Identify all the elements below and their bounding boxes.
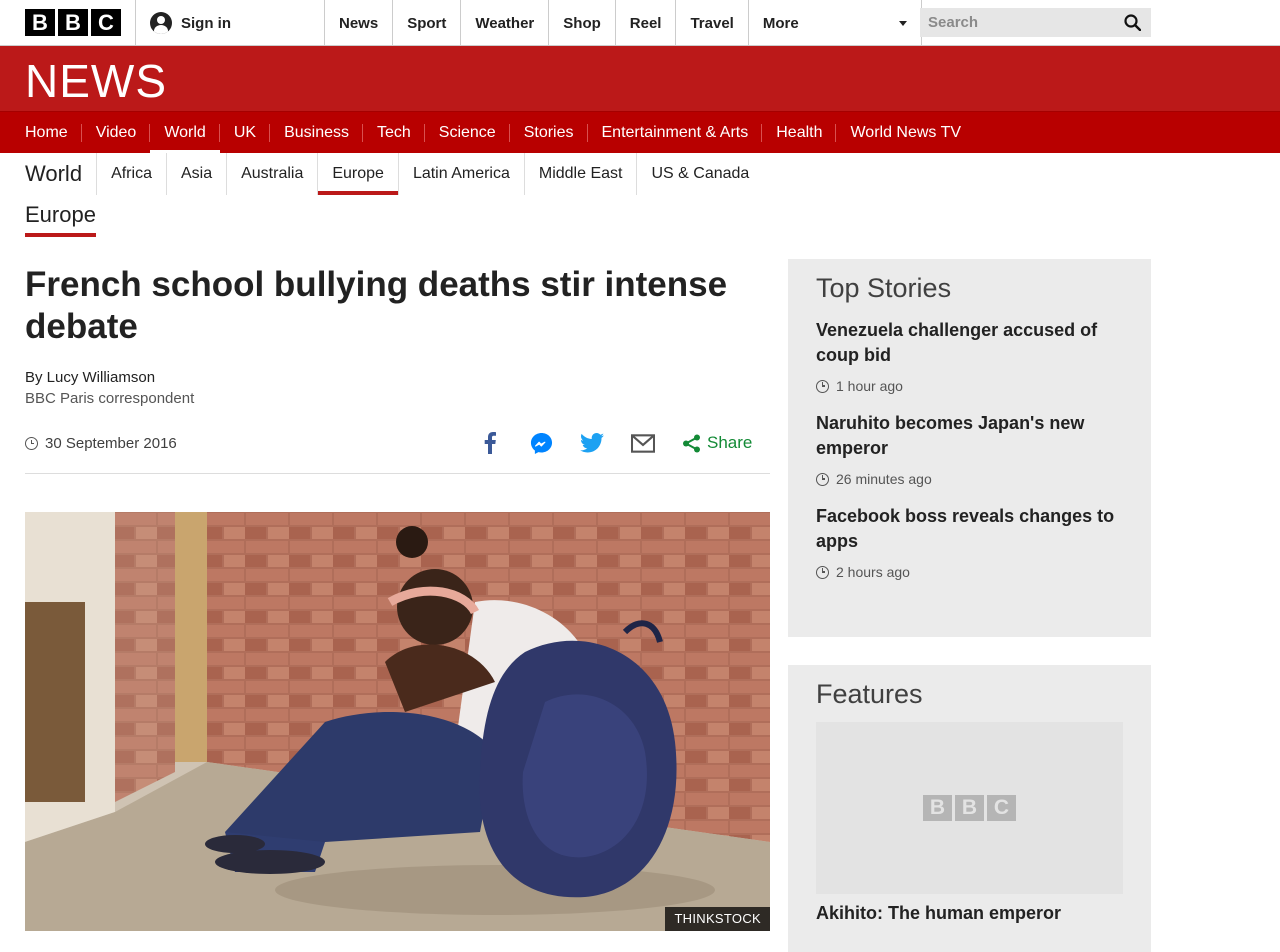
clock-icon (816, 472, 829, 486)
section-label[interactable]: Europe (25, 202, 96, 237)
news-nav-home[interactable]: Home (11, 112, 82, 154)
search-input[interactable] (928, 14, 1118, 31)
global-nav-shop[interactable]: Shop (548, 0, 615, 46)
story-time-text: 2 hours ago (836, 564, 910, 580)
image-credit: THINKSTOCK (665, 907, 770, 931)
news-nav: Home Video World UK Business Tech Scienc… (0, 111, 1280, 154)
twitter-icon[interactable] (580, 431, 604, 455)
subnav-latin-america[interactable]: Latin America (397, 153, 524, 195)
more-label: More (762, 14, 799, 32)
global-nav-sport[interactable]: Sport (392, 0, 460, 46)
news-nav-business[interactable]: Business (270, 112, 363, 154)
story-link[interactable]: Venezuela challenger accused of coup bid (816, 318, 1123, 368)
article-date: 30 September 2016 (25, 435, 177, 452)
email-icon[interactable] (631, 431, 655, 455)
sign-in-label: Sign in (181, 14, 231, 32)
search-icon[interactable] (1124, 14, 1141, 31)
feature-link[interactable]: Akihito: The human emperor (816, 903, 1123, 924)
story-link[interactable]: Naruhito becomes Japan's new emperor (816, 411, 1123, 461)
article-date-text: 30 September 2016 (45, 435, 177, 452)
bbc-logo-letter: C (91, 9, 121, 36)
subnav-asia[interactable]: Asia (165, 153, 226, 195)
story-time-text: 1 hour ago (836, 378, 903, 394)
global-header: B B C Sign in News Sport Weather Shop Re… (0, 0, 1280, 46)
list-item: Naruhito becomes Japan's new emperor 26 … (816, 411, 1123, 487)
bbc-logo-letter: B (923, 795, 952, 821)
global-nav: News Sport Weather Shop Reel Travel More (324, 0, 922, 46)
news-nav-world-news-tv[interactable]: World News TV (836, 112, 975, 154)
article-photo-illustration (25, 512, 770, 931)
messenger-icon[interactable] (529, 431, 553, 455)
article-author: By Lucy Williamson (25, 369, 156, 386)
clock-icon (25, 437, 38, 450)
chevron-down-icon (898, 20, 907, 26)
news-nav-entertainment[interactable]: Entertainment & Arts (588, 112, 763, 154)
news-nav-health[interactable]: Health (762, 112, 837, 154)
subnav-australia[interactable]: Australia (226, 153, 317, 195)
global-nav-more[interactable]: More (747, 0, 922, 46)
global-nav-weather[interactable]: Weather (460, 0, 548, 46)
share-icon (683, 434, 700, 452)
clock-icon (816, 565, 829, 579)
search-box (920, 8, 1151, 37)
top-stories-panel: Top Stories Venezuela challenger accused… (788, 259, 1151, 637)
story-timestamp: 2 hours ago (816, 564, 1123, 580)
world-subnav: World Africa Asia Australia Europe Latin… (25, 153, 763, 195)
story-timestamp: 1 hour ago (816, 378, 1123, 394)
global-nav-reel[interactable]: Reel (614, 0, 676, 46)
bbc-logo-letter: B (955, 795, 984, 821)
subnav-title-world[interactable]: World (25, 161, 96, 187)
news-nav-tech[interactable]: Tech (363, 112, 425, 154)
share-button[interactable]: Share (682, 433, 752, 453)
news-nav-video[interactable]: Video (82, 112, 151, 154)
global-nav-travel[interactable]: Travel (675, 0, 747, 46)
feature-image-placeholder[interactable]: B B C (816, 722, 1123, 894)
bbc-logo-letter: B (25, 9, 55, 36)
bbc-placeholder-logo: B B C (923, 795, 1016, 821)
story-timestamp: 26 minutes ago (816, 471, 1123, 487)
news-masthead: NEWS Home Video World UK Business Tech S… (0, 46, 1280, 154)
story-time-text: 26 minutes ago (836, 471, 932, 487)
user-icon (150, 12, 172, 34)
list-item: Venezuela challenger accused of coup bid… (816, 318, 1123, 394)
article-author-role: BBC Paris correspondent (25, 390, 195, 407)
news-nav-world[interactable]: World (150, 112, 220, 154)
share-label: Share (707, 433, 753, 452)
features-panel: Features B B C Akihito: The human empero… (788, 665, 1151, 952)
subnav-europe[interactable]: Europe (317, 153, 398, 195)
bbc-logo-letter: B (58, 9, 88, 36)
sign-in-link[interactable]: Sign in (135, 0, 325, 46)
article-headline: French school bullying deaths stir inten… (25, 265, 728, 346)
list-item: Facebook boss reveals changes to apps 2 … (816, 504, 1123, 580)
subnav-middle-east[interactable]: Middle East (523, 153, 637, 195)
facebook-icon[interactable] (478, 431, 502, 455)
news-logo[interactable]: NEWS (25, 54, 167, 108)
features-heading: Features (816, 679, 923, 709)
clock-icon (816, 379, 829, 393)
story-link[interactable]: Facebook boss reveals changes to apps (816, 504, 1123, 554)
news-nav-science[interactable]: Science (425, 112, 510, 154)
share-tools: Share (478, 428, 752, 458)
top-stories-heading: Top Stories (816, 273, 952, 303)
bbc-logo[interactable]: B B C (25, 9, 121, 36)
article-image: THINKSTOCK (25, 512, 770, 931)
news-nav-uk[interactable]: UK (220, 112, 271, 154)
global-nav-news[interactable]: News (324, 0, 392, 46)
bbc-logo-letter: C (987, 795, 1016, 821)
subnav-africa[interactable]: Africa (96, 153, 166, 195)
subnav-us-canada[interactable]: US & Canada (636, 153, 763, 195)
news-nav-stories[interactable]: Stories (510, 112, 588, 154)
article-divider (25, 473, 770, 474)
